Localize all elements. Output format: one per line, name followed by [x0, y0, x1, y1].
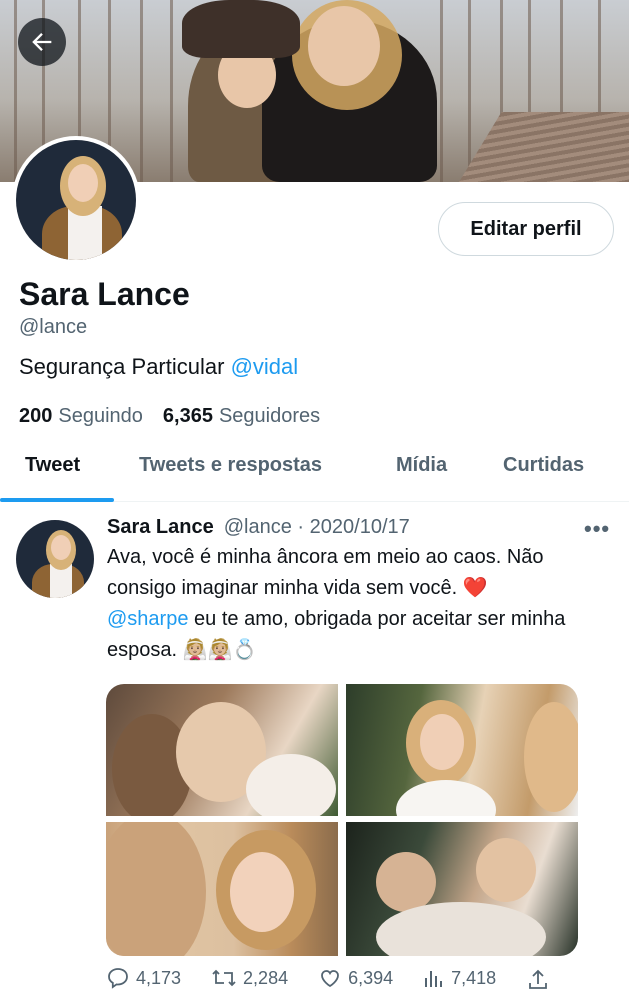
- tweet-photo-2[interactable]: [346, 684, 578, 816]
- followers-count: 6,365: [162, 405, 213, 427]
- profile-stats: 200 Seguindo 6,365 Seguidores: [19, 405, 320, 428]
- tweet-media-grid: [106, 684, 578, 956]
- retweet-count: 2,284: [243, 967, 289, 988]
- edit-profile-button[interactable]: Editar perfil: [438, 202, 614, 256]
- more-options-icon[interactable]: •••: [584, 516, 610, 542]
- like-button[interactable]: 6,394: [318, 966, 393, 990]
- views-count: 7,418: [451, 967, 497, 988]
- bio-text: Segurança Particular: [19, 354, 231, 379]
- followers-link[interactable]: 6,365 Seguidores: [163, 405, 320, 428]
- tweet-text: Ava, você é minha âncora em meio ao caos…: [107, 542, 607, 666]
- views-button[interactable]: 7,418: [423, 966, 496, 990]
- tweet-mention-link[interactable]: @sharpe: [107, 608, 188, 630]
- tab-tweet[interactable]: Tweet: [25, 454, 80, 477]
- profile-avatar[interactable]: [12, 136, 140, 264]
- profile-name: Sara Lance: [19, 276, 190, 312]
- tweet-author-avatar[interactable]: [16, 520, 94, 598]
- tweet-handle[interactable]: @lance: [224, 516, 292, 538]
- reply-count: 4,173: [136, 967, 182, 988]
- arrow-left-icon: [32, 33, 52, 51]
- tweet-author-handle: @lance · 2020/10/17: [224, 516, 410, 539]
- retweet-button[interactable]: 2,284: [211, 966, 288, 990]
- following-label: Seguindo: [58, 405, 143, 427]
- tweet-photo-1[interactable]: [106, 684, 338, 816]
- bio-mention-link[interactable]: @vidal: [231, 354, 299, 379]
- tweet-header: Sara Lance @lance · 2020/10/17: [107, 516, 410, 539]
- heart-icon: [321, 970, 339, 988]
- tweet-author-name[interactable]: Sara Lance: [107, 516, 214, 539]
- active-tab-indicator: [0, 498, 114, 502]
- tab-tweets-replies[interactable]: Tweets e respostas: [139, 454, 322, 477]
- tab-likes[interactable]: Curtidas: [503, 454, 584, 477]
- like-count: 6,394: [348, 967, 394, 988]
- avatar-image: [16, 140, 136, 260]
- tab-media[interactable]: Mídia: [396, 454, 447, 477]
- views-icon: [425, 971, 443, 987]
- heart-emoji: ❤️: [462, 577, 488, 599]
- reply-button[interactable]: 4,173: [106, 966, 181, 990]
- followers-label: Seguidores: [218, 405, 321, 427]
- tweet-actions: 4,173 2,284 6,394 7,418: [106, 966, 546, 990]
- profile-tabs: Tweet Tweets e respostas Mídia Curtidas: [0, 442, 629, 502]
- share-icon: [529, 969, 547, 989]
- retweet-icon: [212, 969, 236, 987]
- share-button[interactable]: [526, 968, 550, 997]
- tweet-emojis: 👰🏼👰🏼💍: [182, 639, 258, 661]
- following-link[interactable]: 200 Seguindo: [19, 405, 143, 428]
- following-count: 200: [19, 405, 53, 427]
- tweet-photo-3[interactable]: [106, 822, 338, 956]
- reply-icon: [108, 968, 128, 989]
- tweet-date[interactable]: 2020/10/17: [310, 516, 410, 538]
- tweet-separator: ·: [297, 516, 305, 538]
- back-button[interactable]: [18, 18, 66, 66]
- profile-bio: Segurança Particular @vidal: [19, 354, 298, 380]
- tweet-photo-4[interactable]: [346, 822, 578, 956]
- profile-handle: @lance: [19, 316, 88, 338]
